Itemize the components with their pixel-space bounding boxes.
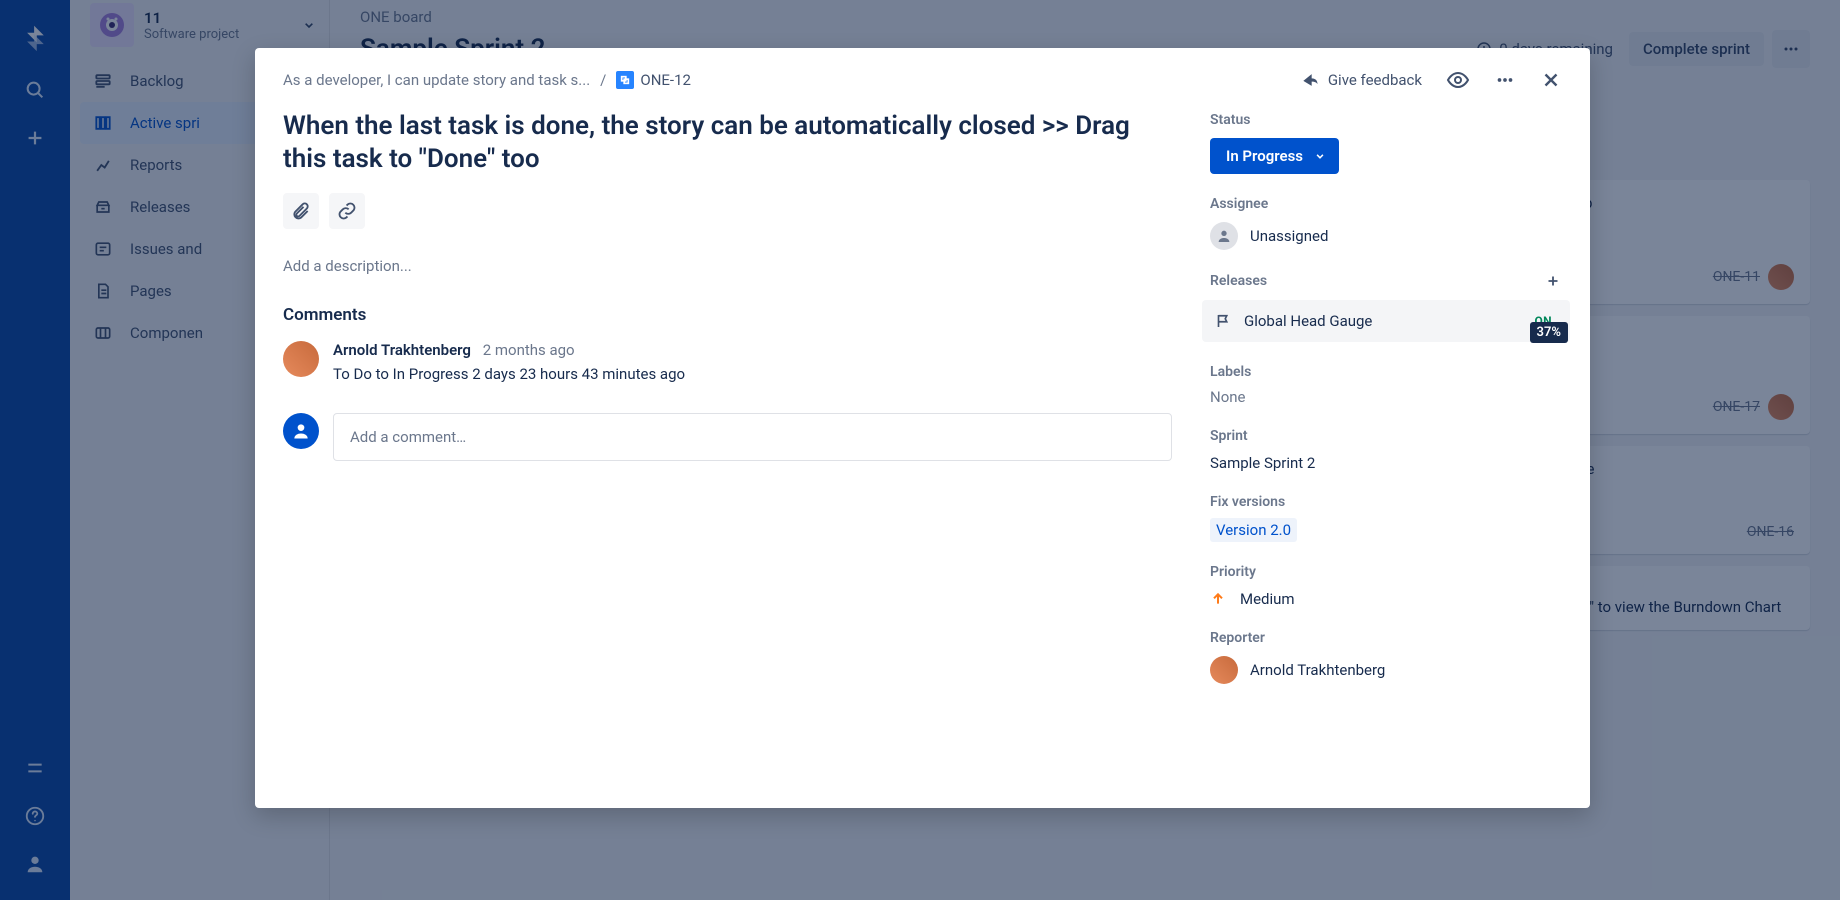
labels-label: Labels — [1210, 364, 1562, 380]
priority-field[interactable]: Medium — [1210, 590, 1562, 608]
priority-medium-icon — [1210, 591, 1226, 607]
unassigned-avatar-icon — [1210, 222, 1238, 250]
comment-body: To Do to In Progress 2 days 23 hours 43 … — [333, 365, 685, 383]
avatar — [1210, 656, 1238, 684]
reporter-label: Reporter — [1210, 630, 1562, 646]
breadcrumb: As a developer, I can update story and t… — [283, 71, 1300, 89]
release-progress-tooltip: 37% — [1530, 322, 1568, 343]
issue-main: When the last task is done, the story ca… — [255, 92, 1200, 808]
subtask-icon — [616, 71, 634, 89]
fix-versions-label: Fix versions — [1210, 494, 1562, 510]
attach-button[interactable] — [283, 193, 319, 229]
give-feedback-button[interactable]: Give feedback — [1300, 70, 1422, 90]
sprint-value[interactable]: Sample Sprint 2 — [1210, 454, 1562, 472]
breadcrumb-parent[interactable]: As a developer, I can update story and t… — [283, 71, 590, 89]
comments-heading: Comments — [283, 305, 1172, 325]
comment-time: 2 months ago — [483, 341, 575, 359]
fix-version-tag[interactable]: Version 2.0 — [1210, 518, 1297, 542]
issue-details-panel: Status In Progress Assignee Unassigned R… — [1200, 92, 1590, 808]
release-item[interactable]: Global Head Gauge ON — [1202, 300, 1570, 342]
status-dropdown[interactable]: In Progress — [1210, 138, 1339, 174]
sprint-label: Sprint — [1210, 428, 1562, 444]
reporter-field[interactable]: Arnold Trakhtenberg — [1210, 656, 1562, 684]
close-icon[interactable] — [1540, 69, 1562, 91]
chevron-down-icon — [1313, 149, 1327, 163]
priority-label: Priority — [1210, 564, 1562, 580]
releases-label: Releases — [1210, 273, 1267, 289]
avatar — [283, 341, 319, 377]
status-label: Status — [1210, 112, 1562, 128]
issue-modal: As a developer, I can update story and t… — [255, 48, 1590, 808]
issue-title[interactable]: When the last task is done, the story ca… — [283, 110, 1172, 175]
assignee-field[interactable]: Unassigned — [1210, 222, 1562, 250]
more-actions-icon[interactable] — [1494, 69, 1516, 91]
comment-input[interactable]: Add a comment… — [333, 413, 1172, 461]
watch-icon[interactable] — [1446, 68, 1470, 92]
current-user-avatar — [283, 413, 319, 449]
comment-author[interactable]: Arnold Trakhtenberg — [333, 341, 471, 359]
assignee-label: Assignee — [1210, 196, 1562, 212]
link-button[interactable] — [329, 193, 365, 229]
flag-icon — [1214, 312, 1232, 330]
description-field[interactable]: Add a description... — [283, 257, 1172, 275]
comment: Arnold Trakhtenberg 2 months ago To Do t… — [283, 341, 1172, 383]
add-release-button[interactable] — [1544, 272, 1562, 290]
labels-value[interactable]: None — [1210, 388, 1562, 406]
breadcrumb-key[interactable]: ONE-12 — [616, 71, 691, 89]
